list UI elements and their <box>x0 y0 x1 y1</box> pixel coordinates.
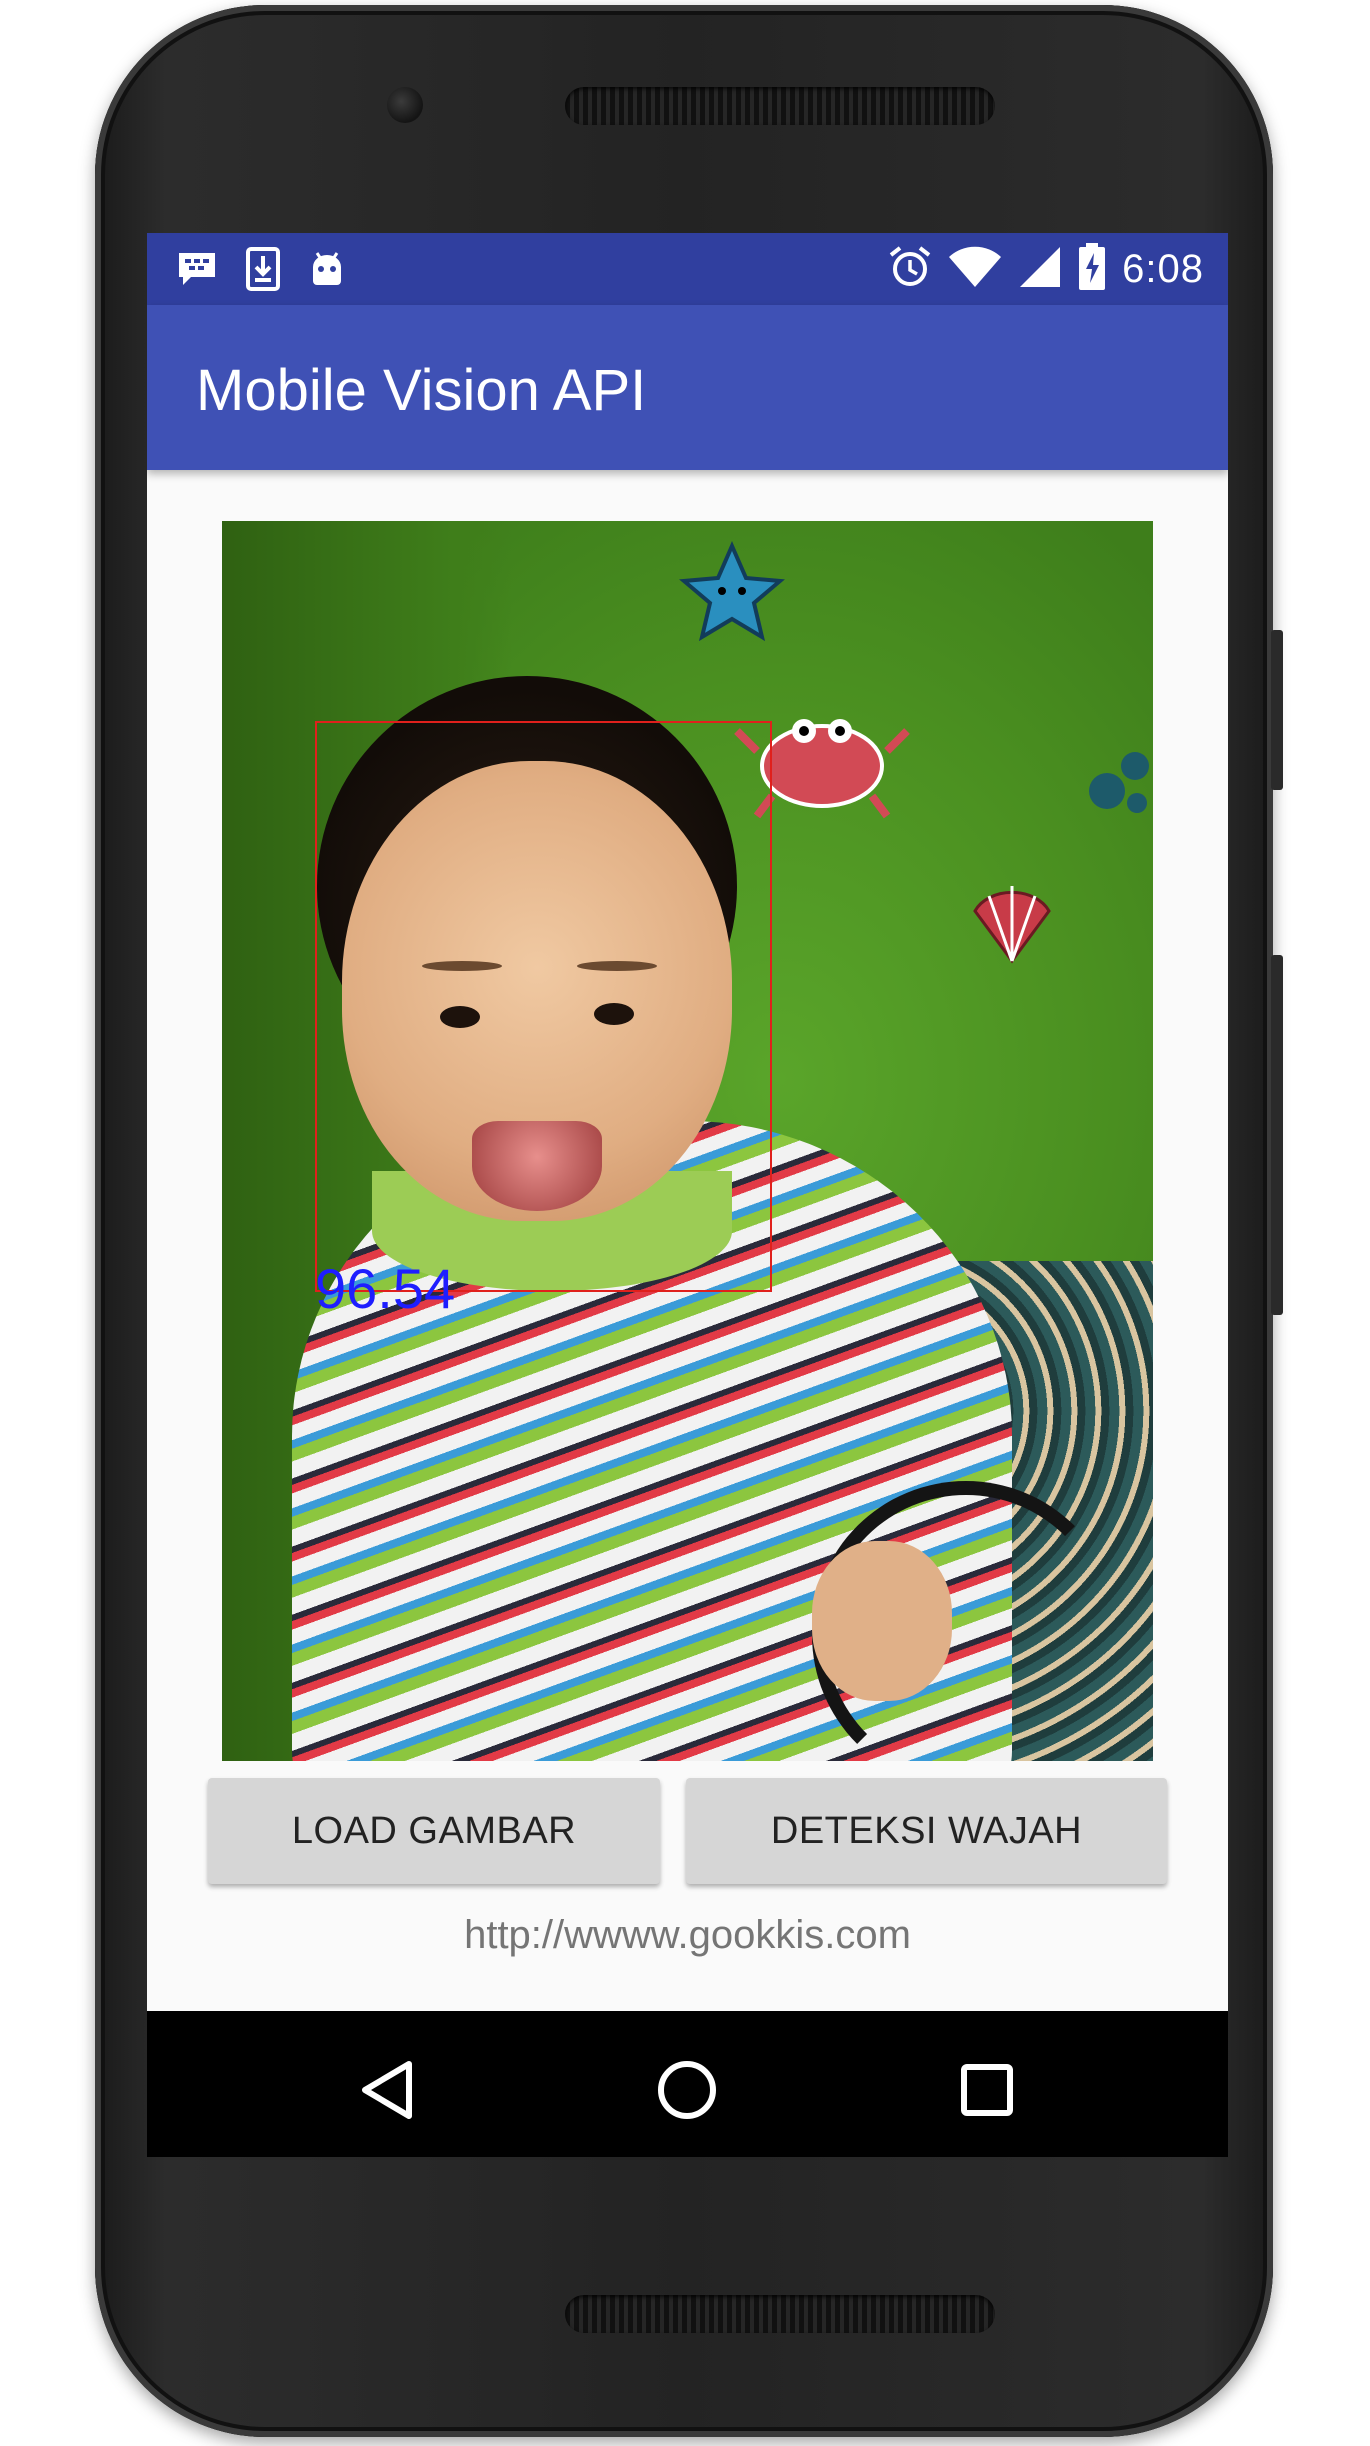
face-detection-box <box>315 721 772 1292</box>
download-icon <box>245 247 281 296</box>
photo-view: 96.54 <box>222 521 1153 1761</box>
recents-icon[interactable] <box>952 2055 1022 2125</box>
bottom-speaker <box>565 2295 995 2333</box>
app-title: Mobile Vision API <box>196 358 647 423</box>
wifi-icon <box>948 245 1002 294</box>
bbm-notification-icon <box>175 249 219 294</box>
top-speaker <box>565 87 995 125</box>
android-icon <box>307 249 347 294</box>
alarm-icon <box>888 245 932 294</box>
cell-signal-icon <box>1018 245 1062 294</box>
back-icon[interactable] <box>352 2055 422 2125</box>
detect-face-button[interactable]: DETEKSI WAJAH <box>686 1778 1167 1884</box>
front-camera <box>387 87 423 123</box>
bubbles-sticker <box>1089 752 1149 813</box>
shell-sticker <box>973 886 1051 964</box>
status-time: 6:08 <box>1122 247 1204 291</box>
load-image-button[interactable]: LOAD GAMBAR <box>208 1778 660 1884</box>
face-confidence-label: 96.54 <box>315 1257 456 1320</box>
app-bar: Mobile Vision API <box>147 305 1228 470</box>
website-link[interactable]: http://wwww.gookkis.com <box>147 1913 1228 1958</box>
battery-charging-icon <box>1078 243 1106 296</box>
navigation-bar <box>147 2011 1228 2157</box>
volume-button <box>1271 955 1283 1315</box>
status-bar: 6:08 <box>147 233 1228 305</box>
power-button <box>1271 630 1283 790</box>
baby-hand <box>812 1541 952 1701</box>
home-icon[interactable] <box>652 2055 722 2125</box>
screen: 6:08 Mobile Vision API 96.54 LOAD GAMBAR… <box>147 233 1228 2157</box>
star-sticker <box>679 541 785 642</box>
